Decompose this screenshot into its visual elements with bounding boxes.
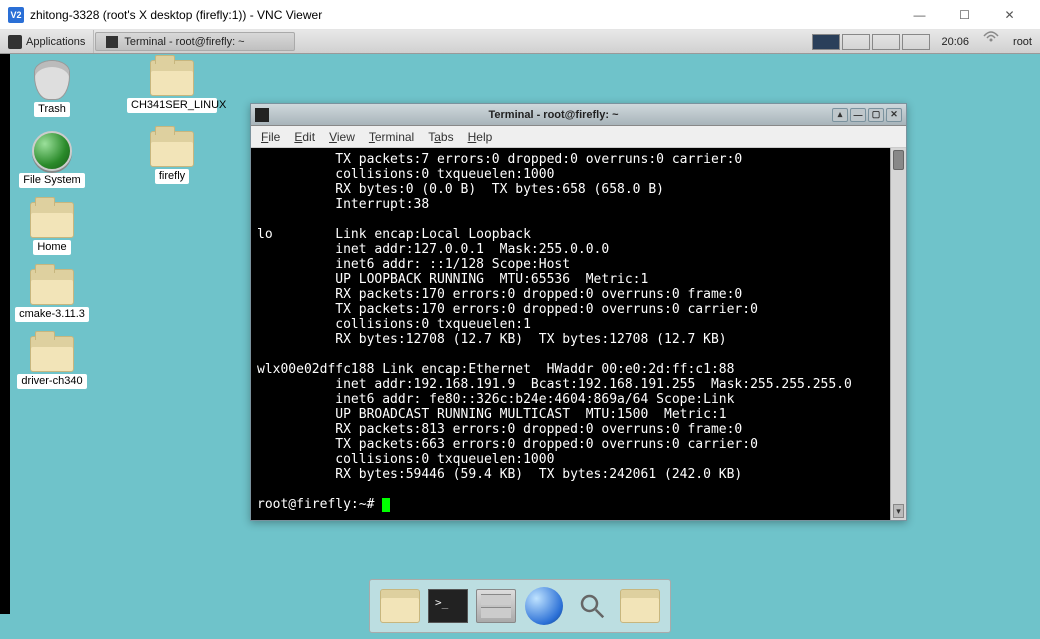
cabinet-icon <box>476 589 516 623</box>
trash-icon <box>34 60 70 100</box>
taskbar-terminal-tab[interactable]: Terminal - root@firefly: ~ <box>95 32 295 51</box>
workspace-4[interactable] <box>902 34 930 50</box>
desktop-icon-filesystem[interactable]: File System <box>12 131 92 188</box>
vnc-window-controls: — ☐ ✕ <box>897 1 1032 29</box>
terminal-scrollup-button[interactable]: ▴ <box>832 108 848 122</box>
vnc-close-button[interactable]: ✕ <box>987 1 1032 29</box>
folder-icon <box>380 589 420 623</box>
folder-icon <box>30 202 74 238</box>
panel-tray <box>808 30 934 53</box>
terminal-scrollbar[interactable]: ▾ <box>890 148 906 520</box>
vnc-minimize-button[interactable]: — <box>897 1 942 29</box>
terminal-scroll-down-button[interactable]: ▾ <box>893 504 904 518</box>
folder-icon <box>150 60 194 96</box>
trash-label: Trash <box>34 102 70 117</box>
terminal-icon <box>428 589 468 623</box>
terminal-menu-terminal[interactable]: Terminal <box>369 130 414 144</box>
terminal-output[interactable]: TX packets:7 errors:0 dropped:0 overruns… <box>251 148 890 520</box>
cmake-label: cmake-3.11.3 <box>15 307 89 322</box>
workspace-2[interactable] <box>842 34 870 50</box>
folder-icon <box>150 131 194 167</box>
terminal-menu-file[interactable]: File <box>261 130 280 144</box>
desktop-icon-home[interactable]: Home <box>12 202 92 255</box>
dock-search[interactable] <box>570 584 614 628</box>
applications-label: Applications <box>26 36 85 48</box>
dock-file-manager[interactable] <box>378 584 422 628</box>
drive-icon <box>32 131 72 171</box>
globe-icon <box>525 587 563 625</box>
home-label: Home <box>33 240 70 255</box>
terminal-minimize-button[interactable]: — <box>850 108 866 122</box>
panel-user-label[interactable]: root <box>1005 30 1040 53</box>
applications-menu-button[interactable]: Applications <box>0 30 94 53</box>
terminal-menu-help[interactable]: Help <box>468 130 493 144</box>
vnc-titlebar[interactable]: V2 zhitong-3328 (root's X desktop (firef… <box>0 0 1040 30</box>
dock-folder-2[interactable] <box>618 584 662 628</box>
desktop-icon-ch341[interactable]: CH341SER_LINUX <box>132 60 212 117</box>
panel-clock[interactable]: 20:06 <box>934 30 978 53</box>
vnc-maximize-button[interactable]: ☐ <box>942 1 987 29</box>
desktop-icon-driver[interactable]: driver-ch340 <box>12 336 92 389</box>
terminal-menu-view[interactable]: View <box>329 130 355 144</box>
filesystem-label: File System <box>19 173 84 188</box>
vnc-app-icon: V2 <box>8 7 24 23</box>
ch341-label: CH341SER_LINUX <box>127 98 217 113</box>
desktop-icons-area: Trash CH341SER_LINUX File System firefly… <box>12 60 212 389</box>
background-sliver <box>0 54 10 614</box>
dock-terminal[interactable] <box>426 584 470 628</box>
dock-file-cabinet[interactable] <box>474 584 518 628</box>
bottom-dock <box>369 579 671 633</box>
vnc-window-title: zhitong-3328 (root's X desktop (firefly:… <box>30 8 897 22</box>
driver-label: driver-ch340 <box>17 374 86 389</box>
folder-icon <box>620 589 660 623</box>
folder-icon <box>30 336 74 372</box>
firefly-label: firefly <box>155 169 189 184</box>
remote-desktop[interactable]: Applications Terminal - root@firefly: ~ … <box>0 30 1040 639</box>
terminal-menu-edit[interactable]: Edit <box>294 130 315 144</box>
desktop-icon-cmake[interactable]: cmake-3.11.3 <box>12 269 92 322</box>
terminal-titlebar[interactable]: Terminal - root@firefly: ~ ▴ — ▢ ✕ <box>251 104 906 126</box>
workspace-3[interactable] <box>872 34 900 50</box>
terminal-window[interactable]: Terminal - root@firefly: ~ ▴ — ▢ ✕ File … <box>250 103 907 521</box>
terminal-title-text: Terminal - root@firefly: ~ <box>275 109 832 121</box>
top-panel: Applications Terminal - root@firefly: ~ … <box>0 30 1040 54</box>
folder-icon <box>30 269 74 305</box>
terminal-close-button[interactable]: ✕ <box>886 108 902 122</box>
terminal-menu-tabs[interactable]: Tabs <box>428 130 453 144</box>
terminal-scroll-thumb[interactable] <box>893 150 904 170</box>
terminal-maximize-button[interactable]: ▢ <box>868 108 884 122</box>
applications-icon <box>8 35 22 49</box>
network-icon[interactable] <box>983 30 999 42</box>
desktop-icon-trash[interactable]: Trash <box>12 60 92 117</box>
taskbar-terminal-label: Terminal - root@firefly: ~ <box>124 36 244 48</box>
terminal-mini-icon <box>106 36 118 48</box>
terminal-titlebar-icon <box>255 108 269 122</box>
terminal-cursor <box>382 498 390 512</box>
desktop-icon-firefly[interactable]: firefly <box>132 131 212 188</box>
dock-browser[interactable] <box>522 584 566 628</box>
terminal-body[interactable]: TX packets:7 errors:0 dropped:0 overruns… <box>251 148 906 520</box>
terminal-menubar: File Edit View Terminal Tabs Help <box>251 126 906 148</box>
workspace-1[interactable] <box>812 34 840 50</box>
magnifier-icon <box>573 587 611 625</box>
